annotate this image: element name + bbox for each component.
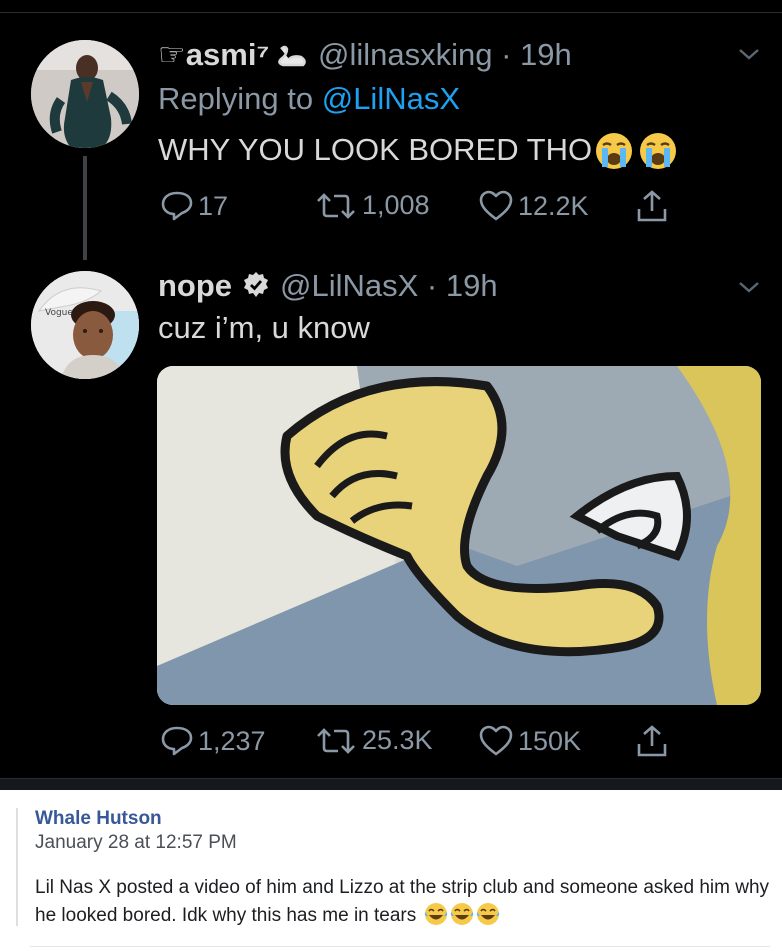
display-name[interactable]: nope [158,268,232,304]
comment-date[interactable]: January 28 at 12:57 PM [35,832,237,854]
retweet-count: 1,008 [362,190,430,220]
reply-button[interactable]: 1,237 [160,725,266,757]
swan-emoji-icon [278,45,306,67]
tweet-text-content: WHY YOU LOOK BORED THO [158,132,593,167]
tweet-text: WHY YOU LOOK BORED THO [158,132,592,168]
comment-text-content: Lil Nas X posted a video of him and Lizz… [35,877,770,926]
person-photo-icon: Vogue [31,271,139,379]
reply-button[interactable]: 17 [160,190,228,222]
chevron-down-icon[interactable] [738,47,760,61]
cartoon-hand-image [157,366,761,705]
svg-text:Vogue: Vogue [45,308,73,318]
replying-prefix: Replying to [158,81,322,116]
handle-and-time[interactable]: @lilnasxking · 19h [318,37,572,73]
reply-count: 17 [198,190,229,221]
loudly-crying-face-icon [640,133,676,169]
screenshot-footer [0,779,782,790]
comment-author[interactable]: Whale Hutson [35,808,162,830]
replying-to: Replying to @LilNasX [158,81,460,117]
heart-icon [479,190,513,221]
divider [0,12,782,13]
reply-icon [161,726,193,756]
avatar[interactable]: Vogue [31,271,139,379]
share-icon[interactable] [635,724,669,758]
reply-icon [161,191,193,221]
retweet-icon [317,727,355,754]
face-with-tears-of-joy-icon [424,903,447,925]
face-with-tears-of-joy-icon [450,903,473,925]
like-count: 150K [518,725,582,756]
mention-link[interactable]: @LilNasX [322,81,460,116]
retweet-count: 25.3K [362,725,433,755]
loudly-crying-face-icon [596,133,632,169]
tweet-text: cuz i’m, u know [158,310,370,345]
retweet-button[interactable]: 25.3K [314,725,433,756]
person-photo-icon [31,40,139,148]
divider [30,946,770,947]
like-count: 12.2K [518,190,589,221]
tweet-media-image[interactable] [157,366,761,705]
thread-connector [83,156,87,260]
like-button[interactable]: 150K [478,725,581,757]
quote-bar [16,808,18,926]
heart-icon [479,725,513,756]
retweet-icon [317,192,355,219]
face-with-tears-of-joy-icon [476,903,499,925]
display-name[interactable]: ☞asmi⁷ [158,37,269,73]
reply-count: 1,237 [198,725,266,756]
retweet-button[interactable]: 1,008 [314,190,430,221]
chevron-down-icon[interactable] [738,280,760,294]
avatar[interactable] [31,40,139,148]
handle-and-time[interactable]: @LilNasX · 19h [280,268,498,304]
verified-badge-icon [244,272,268,297]
like-button[interactable]: 12.2K [478,190,589,222]
comment-text: Lil Nas X posted a video of him and Lizz… [35,874,775,930]
share-icon[interactable] [635,189,669,223]
